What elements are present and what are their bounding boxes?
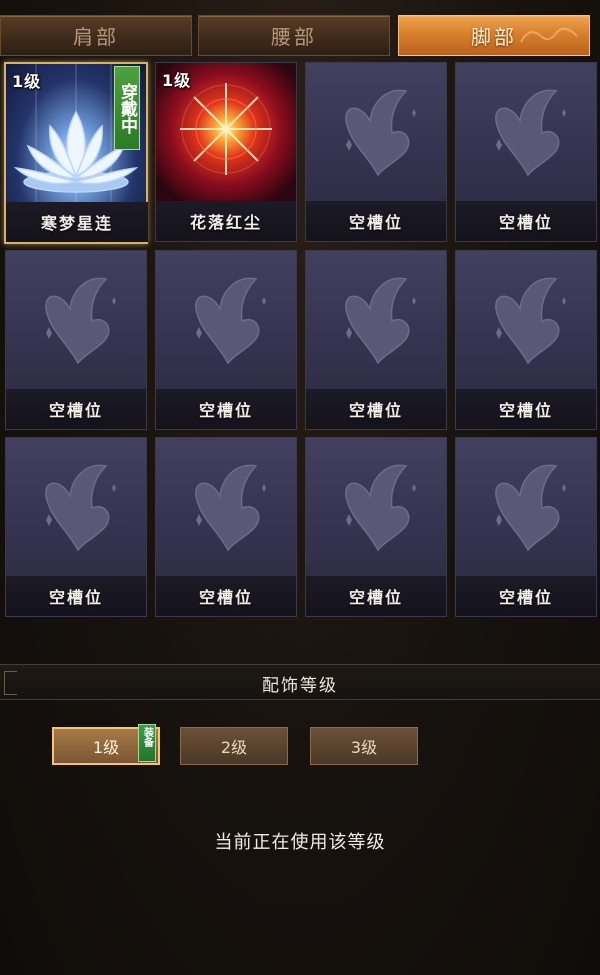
level-status-text: 当前正在使用该等级 [214, 832, 386, 853]
slot-label: 空槽位 [6, 389, 146, 429]
slot-empty[interactable]: 空槽位 [455, 250, 597, 430]
level-3-button[interactable]: 3级 [310, 727, 418, 765]
tab-feet-label: 脚部 [471, 25, 517, 49]
butterfly-icon [156, 438, 296, 576]
item-level: 1级 [12, 72, 42, 91]
slot-label: 空槽位 [306, 576, 446, 616]
equipped-badge: 装备 [138, 724, 156, 762]
slot-empty[interactable]: 空槽位 [5, 437, 147, 617]
butterfly-icon [6, 438, 146, 576]
tab-shoulder[interactable]: 肩部 [0, 15, 192, 56]
butterfly-icon [456, 63, 596, 201]
slot-label: 空槽位 [456, 576, 596, 616]
butterfly-icon [456, 438, 596, 576]
slot-empty[interactable]: 空槽位 [305, 250, 447, 430]
section-header-bar: 配饰等级 [0, 664, 600, 700]
slot-item-hanmeng[interactable]: 1级 穿戴中 寒梦星连 [4, 62, 148, 244]
accessory-tabs: 肩部 腰部 脚部 [0, 0, 600, 58]
slot-label: 花落红尘 [156, 201, 296, 241]
butterfly-icon [306, 251, 446, 389]
tab-feet[interactable]: 脚部 [398, 15, 590, 56]
slot-empty[interactable]: 空槽位 [155, 437, 297, 617]
cloud-pattern-icon [520, 27, 578, 43]
accessory-grid: 1级 穿戴中 寒梦星连 1级 花落红尘 空槽位 空槽位 空槽位 空槽位 空槽位 … [0, 58, 600, 618]
slot-label: 空槽位 [306, 389, 446, 429]
wearing-badge-text: 穿戴中 [117, 82, 137, 134]
slot-label: 空槽位 [156, 576, 296, 616]
slot-item-hualuo[interactable]: 1级 花落红尘 [155, 62, 297, 242]
item-level: 1级 [162, 71, 192, 90]
slot-empty[interactable]: 空槽位 [305, 62, 447, 242]
slot-empty[interactable]: 空槽位 [455, 62, 597, 242]
slot-label: 空槽位 [156, 389, 296, 429]
slot-label: 空槽位 [6, 576, 146, 616]
slot-label: 空槽位 [306, 201, 446, 241]
section-title: 配饰等级 [262, 675, 338, 696]
slot-label: 空槽位 [456, 389, 596, 429]
slot-empty[interactable]: 空槽位 [155, 250, 297, 430]
butterfly-icon [156, 251, 296, 389]
equipped-badge-text: 装备 [141, 727, 153, 747]
wearing-badge: 穿戴中 [114, 66, 140, 150]
level-3-label: 3级 [350, 738, 378, 757]
slot-empty[interactable]: 空槽位 [305, 437, 447, 617]
butterfly-icon [6, 251, 146, 389]
level-1-label: 1级 [92, 738, 120, 757]
butterfly-icon [306, 63, 446, 201]
slot-empty[interactable]: 空槽位 [455, 437, 597, 617]
tab-waist[interactable]: 腰部 [198, 15, 390, 56]
level-2-button[interactable]: 2级 [180, 727, 288, 765]
slot-label: 寒梦星连 [6, 202, 148, 242]
slot-empty[interactable]: 空槽位 [5, 250, 147, 430]
butterfly-icon [306, 438, 446, 576]
level-2-label: 2级 [220, 738, 248, 757]
slot-label: 空槽位 [456, 201, 596, 241]
tab-waist-label: 腰部 [271, 25, 317, 49]
butterfly-icon [456, 251, 596, 389]
tab-shoulder-label: 肩部 [73, 25, 119, 49]
